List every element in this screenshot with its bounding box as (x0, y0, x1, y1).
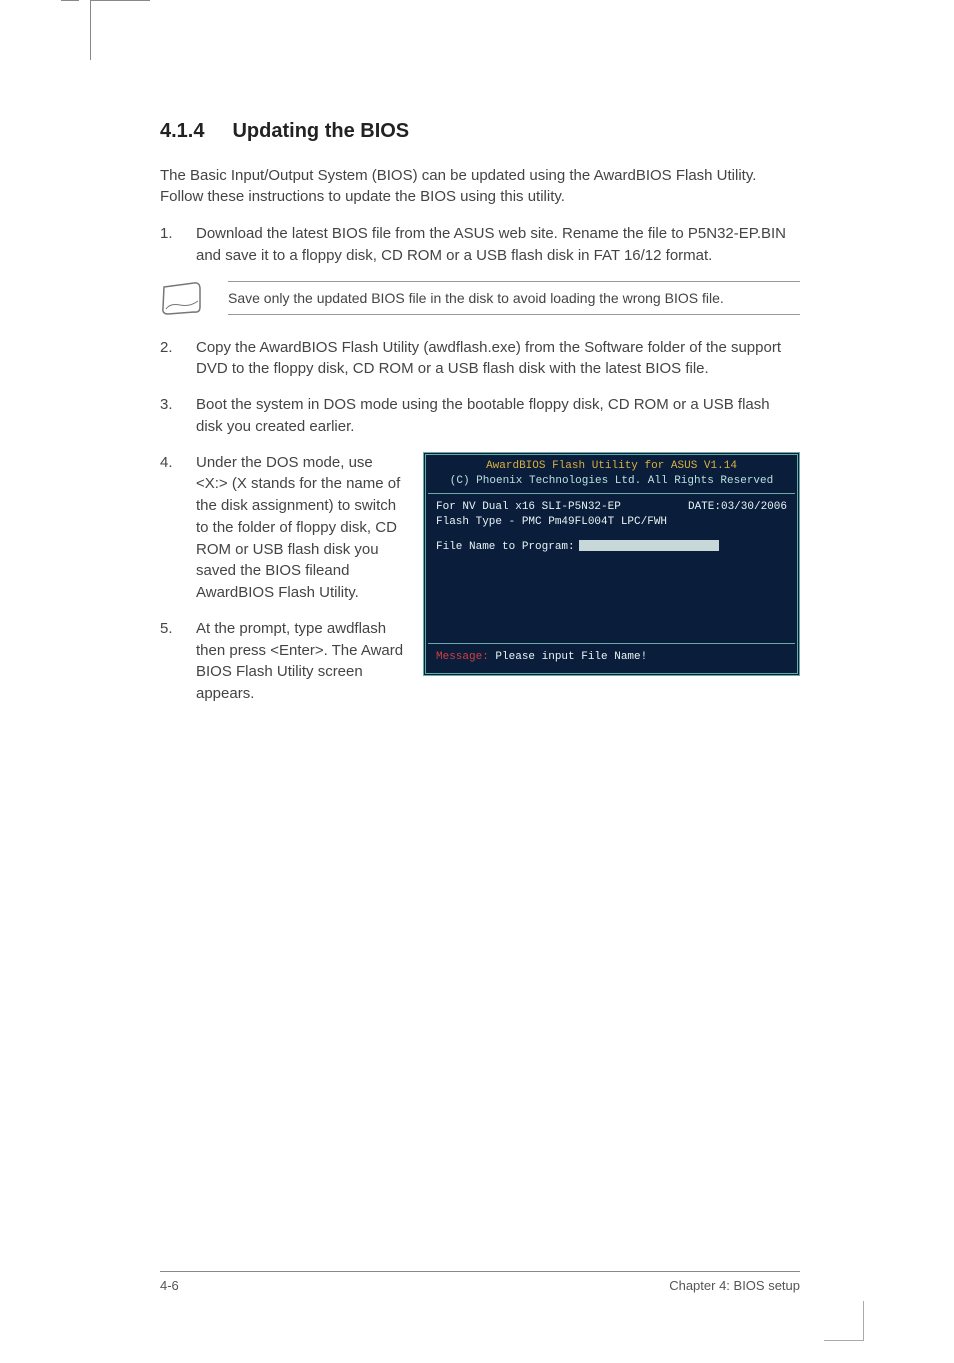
step-text: Boot the system in DOS mode using the bo… (196, 394, 800, 438)
heading-title: Updating the BIOS (232, 120, 409, 142)
bios-flash-type: Flash Type - PMC Pm49FL004T LPC/FWH (436, 515, 787, 530)
bios-board-info: For NV Dual x16 SLI-P5N32-EP (436, 500, 621, 515)
step-2: 2. Copy the AwardBIOS Flash Utility (awd… (160, 337, 800, 381)
step-4: 4. Under the DOS mode, use <X:> (X stand… (160, 452, 405, 604)
steps-45: 4. Under the DOS mode, use <X:> (X stand… (160, 452, 405, 705)
bios-header-2: (C) Phoenix Technologies Ltd. All Rights… (428, 474, 795, 494)
step-number: 1. (160, 223, 196, 267)
bios-body: For NV Dual x16 SLI-P5N32-EP DATE:03/30/… (428, 494, 795, 644)
section-heading: 4.1.4 Updating the BIOS (160, 120, 800, 143)
page-content: 4.1.4 Updating the BIOS The Basic Input/O… (160, 120, 800, 719)
step-text: At the prompt, type awdflash then press … (196, 618, 405, 705)
step-number: 2. (160, 337, 196, 381)
step-text: Copy the AwardBIOS Flash Utility (awdfla… (196, 337, 800, 381)
step-number: 5. (160, 618, 196, 705)
note-text: Save only the updated BIOS file in the d… (228, 281, 800, 315)
step-number: 3. (160, 394, 196, 438)
page-number: 4-6 (160, 1278, 179, 1293)
bios-header-1: AwardBIOS Flash Utility for ASUS V1.14 (428, 457, 795, 475)
bios-message-label: Message: (436, 651, 489, 663)
step-1: 1. Download the latest BIOS file from th… (160, 223, 800, 267)
chapter-label: Chapter 4: BIOS setup (669, 1278, 800, 1293)
page-footer: 4-6 Chapter 4: BIOS setup (160, 1271, 800, 1293)
two-column-section: 4. Under the DOS mode, use <X:> (X stand… (160, 452, 800, 719)
crop-mark-top-left (90, 0, 150, 60)
steps-list: 1. Download the latest BIOS file from th… (160, 223, 800, 267)
bios-info-row: For NV Dual x16 SLI-P5N32-EP DATE:03/30/… (436, 500, 787, 515)
bios-prompt-line: File Name to Program: (436, 540, 787, 555)
step-text: Download the latest BIOS file from the A… (196, 223, 800, 267)
bios-input-cursor (579, 540, 719, 551)
note-callout: Save only the updated BIOS file in the d… (160, 281, 800, 315)
right-column: AwardBIOS Flash Utility for ASUS V1.14 (… (423, 452, 800, 677)
step-text: Under the DOS mode, use <X:> (X stands f… (196, 452, 405, 604)
bios-message-text: Please input File Name! (489, 651, 647, 663)
step-3: 3. Boot the system in DOS mode using the… (160, 394, 800, 438)
left-column: 4. Under the DOS mode, use <X:> (X stand… (160, 452, 405, 719)
crop-mark-bottom-right (824, 1301, 864, 1341)
bios-date: DATE:03/30/2006 (688, 500, 787, 515)
step-number: 4. (160, 452, 196, 604)
steps-list-cont: 2. Copy the AwardBIOS Flash Utility (awd… (160, 337, 800, 438)
step-5: 5. At the prompt, type awdflash then pre… (160, 618, 405, 705)
bios-prompt-label: File Name to Program: (436, 541, 575, 553)
intro-paragraph: The Basic Input/Output System (BIOS) can… (160, 165, 800, 207)
note-paper-icon (160, 281, 206, 315)
bios-message-row: Message: Please input File Name! (428, 644, 795, 671)
heading-number: 4.1.4 (160, 120, 204, 143)
bios-terminal: AwardBIOS Flash Utility for ASUS V1.14 (… (423, 452, 800, 677)
